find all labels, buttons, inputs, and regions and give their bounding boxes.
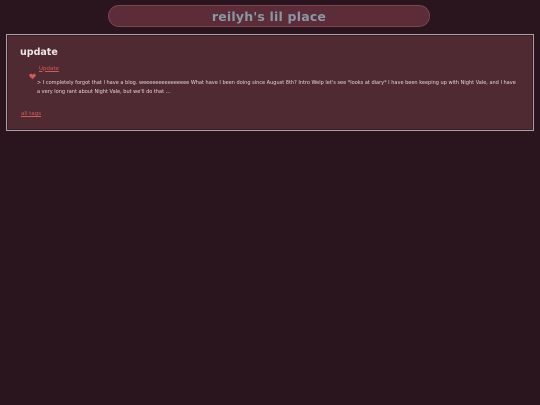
post-excerpt: > I completely forgot that I have a blog… xyxy=(37,80,516,95)
heart-icon xyxy=(29,65,36,80)
tag-title: update xyxy=(20,47,58,58)
tag-box: update Update > I completely forgot that… xyxy=(6,34,534,131)
site-title[interactable]: reilyh's lil place xyxy=(212,9,326,24)
post-entry: Update xyxy=(29,65,59,80)
post-title-link[interactable]: Update xyxy=(39,66,59,72)
site-header: reilyh's lil place xyxy=(108,5,430,27)
all-tags-link[interactable]: all tags xyxy=(21,111,41,117)
